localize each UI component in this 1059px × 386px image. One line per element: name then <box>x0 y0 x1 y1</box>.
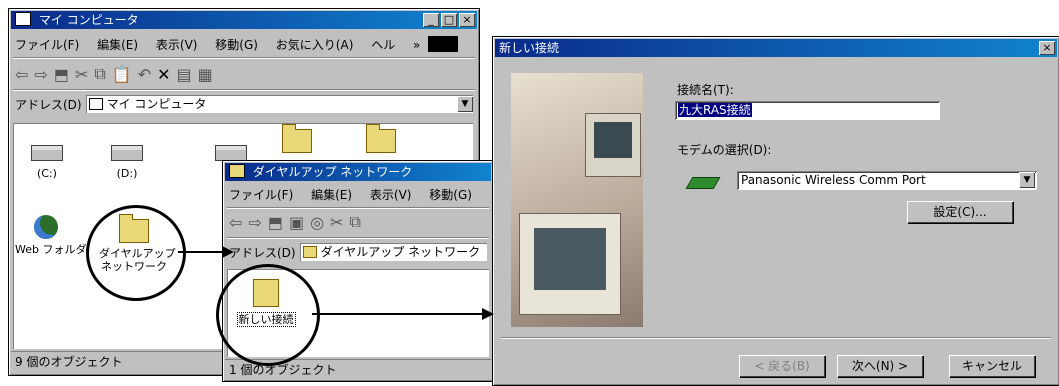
cancel-button-label: キャンセル <box>961 359 1022 373</box>
dialup-toolbar: ⇦ ⇨ ⬒ ▣ ◎ ✂ ⧉ <box>229 209 487 235</box>
cut-icon[interactable]: ✂ <box>330 213 343 232</box>
arrow-line-to-wizard <box>312 313 484 315</box>
my-computer-toolbar: ⇦ ⇨ ⬒ ✂ ⧉ 📋 ↶ ✕ ▤ ▦ <box>15 61 473 87</box>
computer-icon <box>15 12 31 26</box>
folders-icon[interactable]: ▣ <box>289 213 304 232</box>
arrow-line-to-dialup-window <box>178 251 224 253</box>
dialup-title-icon <box>229 164 245 178</box>
history-icon[interactable]: ◎ <box>310 213 324 232</box>
dialup-menu-view[interactable]: 表示(V) <box>370 188 412 202</box>
cancel-button[interactable]: キャンセル <box>949 355 1035 377</box>
dialup-title: ダイヤルアップ ネットワーク <box>252 165 413 179</box>
my-computer-titlebar[interactable]: マイ コンピュータ _ □ × <box>11 11 477 29</box>
menu-edit[interactable]: 編集(E) <box>97 38 138 52</box>
my-computer-menubar: ファイル(F) 編集(E) 表示(V) 移動(G) お気に入り(A) ヘル » <box>15 35 473 55</box>
minimize-button[interactable]: _ <box>423 13 439 27</box>
my-computer-status-text: 9 個のオブジェクト <box>15 355 123 369</box>
up-folder-icon[interactable]: ⬒ <box>268 213 283 232</box>
menu-favorites[interactable]: お気に入り(A) <box>276 38 354 52</box>
drive-icon <box>215 145 247 161</box>
printers-folder-item[interactable] <box>277 124 317 157</box>
next-button[interactable]: 次へ(N) > <box>837 355 923 377</box>
web-folder-item[interactable]: Web フォルダ <box>15 215 86 256</box>
drive-icon <box>31 145 63 161</box>
drive-c-label: (C:) <box>37 167 57 180</box>
wizard-title: 新しい接続 <box>499 41 560 55</box>
dialup-addressbar: アドレス(D) ダイヤルアップ ネットワーク <box>229 241 487 263</box>
address-computer-icon <box>88 98 103 110</box>
dialup-address-icon <box>302 246 317 258</box>
drive-d-item[interactable]: (D:) <box>107 145 147 180</box>
menu-help[interactable]: ヘル <box>371 38 395 52</box>
back-button[interactable]: < 戻る(B) <box>739 355 825 377</box>
properties-icon[interactable]: ▤ <box>177 65 192 84</box>
back-icon[interactable]: ⇦ <box>15 65 28 84</box>
wizard-titlebar[interactable]: 新しい接続 × <box>495 39 1057 57</box>
views-icon[interactable]: ▦ <box>198 65 213 84</box>
delete-icon[interactable]: ✕ <box>157 65 170 84</box>
dialup-status-text: 1 個のオブジェクト <box>229 363 337 377</box>
arrow-head-to-wizard <box>482 308 494 320</box>
settings-button[interactable]: 設定(C)... <box>907 201 1013 223</box>
modem-icon <box>685 177 721 189</box>
undo-icon[interactable]: ↶ <box>138 65 151 84</box>
wizard-illustration <box>511 73 643 327</box>
copy-icon[interactable]: ⧉ <box>94 64 105 84</box>
copy-icon[interactable]: ⧉ <box>349 212 360 232</box>
menu-file[interactable]: ファイル(F) <box>15 38 79 52</box>
monitor-illustration <box>585 113 641 177</box>
address-field[interactable]: マイ コンピュータ ▼ <box>85 95 473 113</box>
forward-icon[interactable]: ⇨ <box>248 213 261 232</box>
wizard-close-button[interactable]: × <box>1039 41 1055 55</box>
highlight-circle-new-connection <box>216 264 320 366</box>
control-panel-folder-icon <box>366 124 396 153</box>
back-button-label: < 戻る(B) <box>754 359 810 373</box>
menu-go[interactable]: 移動(G) <box>215 38 258 52</box>
highlight-circle-dialup <box>86 205 186 301</box>
drive-c-item[interactable]: (C:) <box>27 145 67 180</box>
menu-view[interactable]: 表示(V) <box>156 38 198 52</box>
web-folder-label: Web フォルダ <box>15 243 87 256</box>
arrow-head-to-dialup-window <box>222 246 234 258</box>
maximize-button[interactable]: □ <box>441 13 457 27</box>
conn-name-label: 接続名(T): <box>677 83 734 97</box>
settings-button-label: 設定(C)... <box>933 205 987 219</box>
dialup-titlebar[interactable]: ダイヤルアップ ネットワーク <box>225 163 491 181</box>
windows-logo-icon <box>428 36 459 52</box>
address-label: アドレス(D) <box>15 97 82 112</box>
conn-name-input[interactable]: 九大RAS接続 <box>675 101 940 120</box>
dialup-address-label: アドレス(D) <box>229 245 296 260</box>
next-button-label: 次へ(N) > <box>851 359 909 373</box>
web-folder-icon <box>34 215 58 239</box>
close-button[interactable]: × <box>459 13 475 27</box>
my-computer-title: マイ コンピュータ <box>38 13 139 27</box>
cut-icon[interactable]: ✂ <box>75 65 88 84</box>
paste-icon[interactable]: 📋 <box>112 65 132 84</box>
monitor-illustration <box>519 213 621 315</box>
address-value: マイ コンピュータ <box>106 97 207 111</box>
control-panel-folder-item[interactable] <box>361 124 401 157</box>
conn-name-value: 九大RAS接続 <box>678 103 752 117</box>
modem-dropdown-button[interactable]: ▼ <box>1019 172 1035 188</box>
dialup-menu-file[interactable]: ファイル(F) <box>229 188 293 202</box>
drive-icon <box>111 145 143 161</box>
back-icon[interactable]: ⇦ <box>229 213 242 232</box>
dialup-address-value: ダイヤルアップ ネットワーク <box>320 245 481 259</box>
menu-more[interactable]: » <box>413 38 420 52</box>
forward-icon[interactable]: ⇨ <box>34 65 47 84</box>
drive-d-label: (D:) <box>116 167 138 180</box>
dialup-menu-go[interactable]: 移動(G) <box>429 188 472 202</box>
my-computer-addressbar: アドレス(D) マイ コンピュータ ▼ <box>15 93 473 115</box>
up-folder-icon[interactable]: ⬒ <box>54 65 69 84</box>
dialup-address-field[interactable]: ダイヤルアップ ネットワーク <box>299 243 487 261</box>
modem-select[interactable]: Panasonic Wireless Comm Port ▼ <box>737 171 1037 190</box>
printer-folder-icon <box>282 124 312 153</box>
new-connection-wizard: 新しい接続 × 接続名(T): 九大RAS接続 モデムの選択(D): Panas… <box>492 36 1059 386</box>
dialup-menubar: ファイル(F) 編集(E) 表示(V) 移動(G) <box>229 185 487 205</box>
address-dropdown-button[interactable]: ▼ <box>457 96 473 112</box>
modem-label: モデムの選択(D): <box>677 143 772 157</box>
dialup-menu-edit[interactable]: 編集(E) <box>311 188 352 202</box>
modem-value: Panasonic Wireless Comm Port <box>741 173 926 187</box>
